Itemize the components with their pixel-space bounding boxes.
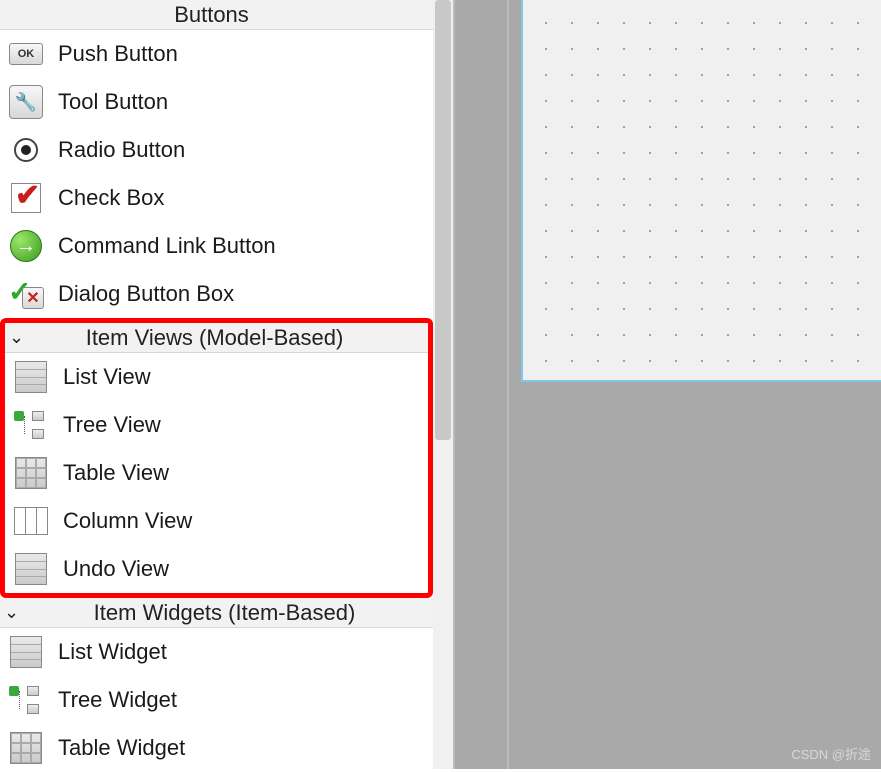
command-link-icon: → (6, 226, 46, 266)
widget-tree-view[interactable]: Tree View (5, 401, 428, 449)
category-header-buttons[interactable]: Buttons (0, 0, 453, 30)
category-label: Item Views (Model-Based) (35, 325, 424, 351)
splitter-gutter[interactable] (455, 0, 507, 769)
tree-view-icon (11, 405, 51, 445)
widget-label: Undo View (63, 556, 169, 582)
widget-label: Tree View (63, 412, 161, 438)
widget-box-panel: Buttons OK Push Button 🔧 Tool Button Rad… (0, 0, 455, 769)
widget-table-view[interactable]: Table View (5, 449, 428, 497)
widget-dialog-button-box[interactable]: ✓✕ Dialog Button Box (0, 270, 453, 318)
widget-label: Column View (63, 508, 192, 534)
list-view-icon (11, 357, 51, 397)
highlight-annotation: ⌄ Item Views (Model-Based) List View Tre… (0, 318, 433, 598)
scrollbar[interactable] (433, 0, 453, 769)
undo-view-icon (11, 549, 51, 589)
widget-label: Dialog Button Box (58, 281, 234, 307)
widget-push-button[interactable]: OK Push Button (0, 30, 453, 78)
widget-label: Tool Button (58, 89, 168, 115)
widget-table-widget[interactable]: Table Widget (0, 724, 453, 772)
widget-label: Tree Widget (58, 687, 177, 713)
scroll-thumb[interactable] (435, 0, 451, 440)
widget-label: List View (63, 364, 151, 390)
chevron-down-icon: ⌄ (4, 602, 24, 623)
tree-widget-icon (6, 680, 46, 720)
column-view-icon (11, 501, 51, 541)
form-canvas[interactable] (521, 0, 881, 382)
widget-label: Check Box (58, 185, 164, 211)
widget-label: Command Link Button (58, 233, 276, 259)
widget-tool-button[interactable]: 🔧 Tool Button (0, 78, 453, 126)
category-header-item-views[interactable]: ⌄ Item Views (Model-Based) (5, 323, 428, 353)
widget-list-widget[interactable]: List Widget (0, 628, 453, 676)
widget-label: Table Widget (58, 735, 185, 761)
widget-column-view[interactable]: Column View (5, 497, 428, 545)
dialog-button-box-icon: ✓✕ (6, 274, 46, 314)
radio-button-icon (6, 130, 46, 170)
table-widget-icon (6, 728, 46, 768)
widget-tree-widget[interactable]: Tree Widget (0, 676, 453, 724)
canvas-background (507, 0, 881, 769)
list-widget-icon (6, 632, 46, 672)
check-box-icon (6, 178, 46, 218)
category-label: Buttons (4, 2, 449, 28)
push-button-icon: OK (6, 34, 46, 74)
widget-label: Table View (63, 460, 169, 486)
table-view-icon (11, 453, 51, 493)
widget-label: Radio Button (58, 137, 185, 163)
widget-command-link-button[interactable]: → Command Link Button (0, 222, 453, 270)
widget-undo-view[interactable]: Undo View (5, 545, 428, 593)
widget-label: Push Button (58, 41, 178, 67)
designer-area: CSDN @折途 (455, 0, 881, 769)
watermark-text: CSDN @折途 (791, 744, 871, 763)
tool-button-icon: 🔧 (6, 82, 46, 122)
widget-radio-button[interactable]: Radio Button (0, 126, 453, 174)
category-header-item-widgets[interactable]: ⌄ Item Widgets (Item-Based) (0, 598, 453, 628)
category-label: Item Widgets (Item-Based) (30, 600, 449, 626)
widget-list-view[interactable]: List View (5, 353, 428, 401)
widget-check-box[interactable]: Check Box (0, 174, 453, 222)
widget-label: List Widget (58, 639, 167, 665)
chevron-down-icon: ⌄ (9, 327, 29, 348)
